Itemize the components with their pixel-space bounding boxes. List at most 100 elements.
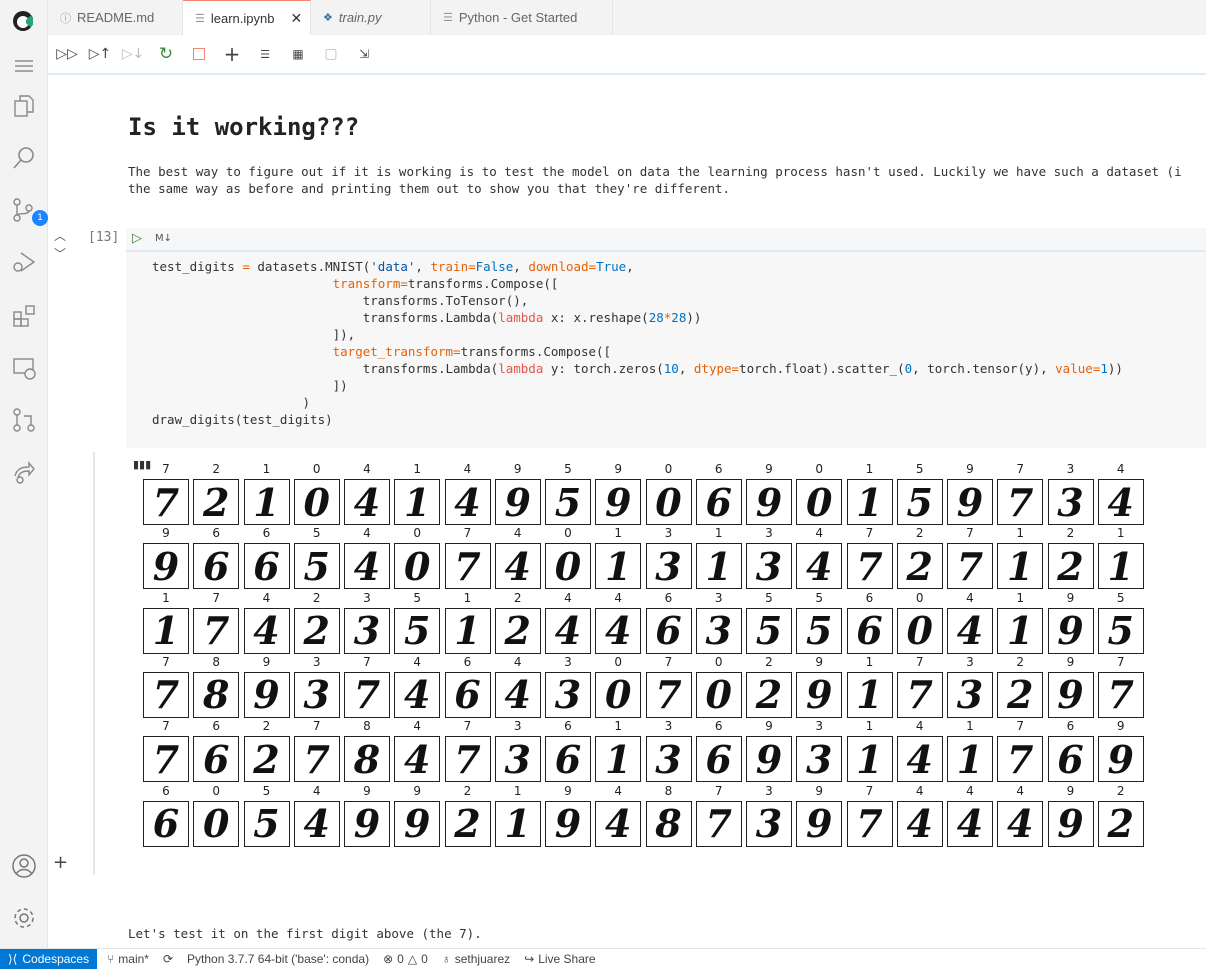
code-token: dtype= <box>693 361 740 376</box>
run-above-icon[interactable]: ▷↑ <box>89 43 112 65</box>
digit-label: 4 <box>614 783 623 798</box>
warning-count: 0 <box>421 951 428 966</box>
digit-label: 4 <box>312 783 321 798</box>
code-token: )) <box>1107 361 1123 376</box>
digit-image: 6 <box>695 736 742 783</box>
user-indicator[interactable]: ♁ sethjuarez <box>442 952 510 966</box>
digit-subplot: 77 <box>444 719 491 783</box>
output-collapse-bar[interactable] <box>93 452 97 875</box>
remote-label: Codespaces <box>22 951 90 966</box>
digit-subplot: 22 <box>997 655 1044 718</box>
digit-subplot: 33 <box>293 655 340 718</box>
code-editor[interactable]: test_digits = datasets.MNIST('data', tra… <box>152 258 1123 428</box>
digit-image: 4 <box>997 800 1044 847</box>
digit-subplot: 99 <box>143 526 189 590</box>
digit-image: 6 <box>444 671 491 718</box>
remote-explorer-icon[interactable] <box>10 354 38 382</box>
code-token: y: torch.zeros( <box>543 361 664 376</box>
digit-subplot: 44 <box>545 591 591 654</box>
code-token: 'data' <box>370 259 416 274</box>
digit-image: 2 <box>997 671 1044 718</box>
digit-label: 0 <box>815 462 824 476</box>
cell-header: ▷ M↓ <box>126 228 1206 252</box>
tab-train-py[interactable]: ❖ train.py <box>311 0 431 35</box>
variables-icon[interactable]: ▦ <box>287 43 309 65</box>
digit-label: 3 <box>815 719 824 734</box>
save-icon[interactable]: ▢ <box>320 43 342 65</box>
digit-label: 4 <box>513 654 522 669</box>
tab-readme-md[interactable]: ⓘ README.md <box>48 0 183 35</box>
digit-subplot: 11 <box>997 591 1044 654</box>
code-token: , <box>415 259 431 274</box>
search-icon[interactable] <box>10 144 38 172</box>
live-share-button[interactable]: ↪ Live Share <box>524 952 595 966</box>
cell-language-badge[interactable]: M↓ <box>155 233 172 244</box>
run-cell-icon[interactable]: ▷ <box>132 231 142 246</box>
problems-indicator[interactable]: ⊗ 0 △ 0 <box>383 952 428 966</box>
settings-gear-icon[interactable] <box>10 904 38 932</box>
export-icon[interactable]: ⇲ <box>353 43 375 65</box>
add-cell-icon[interactable]: + <box>53 852 68 873</box>
menu-icon[interactable] <box>10 52 38 80</box>
pull-requests-icon[interactable] <box>10 406 38 434</box>
explorer-icon[interactable] <box>10 92 38 120</box>
digit-label: 1 <box>463 590 472 605</box>
clear-outputs-icon[interactable]: ☰ <box>254 43 276 65</box>
move-cell-up-icon[interactable]: ︿ <box>54 227 66 244</box>
digit-image: 2 <box>193 479 240 525</box>
live-share-icon[interactable] <box>10 458 38 486</box>
digit-image: 0 <box>645 479 692 525</box>
digit-subplot: 11 <box>1097 526 1144 590</box>
tab-label: train.py <box>338 10 382 25</box>
digit-subplot: 77 <box>143 655 189 718</box>
interrupt-kernel-icon[interactable] <box>188 43 210 65</box>
close-tab-icon[interactable]: ✕ <box>290 10 302 27</box>
code-token: 1 <box>1100 361 1108 376</box>
digit-subplot: 33 <box>545 655 591 718</box>
digit-label: 3 <box>664 526 673 541</box>
digit-image: 7 <box>293 736 340 783</box>
run-debug-icon[interactable] <box>10 248 38 276</box>
digit-image: 9 <box>494 479 541 525</box>
digit-image: 4 <box>293 800 340 847</box>
digit-image: 7 <box>695 800 742 847</box>
run-below-icon[interactable]: ▷↓ <box>122 43 145 65</box>
tab-learn-ipynb[interactable]: ☰ learn.ipynb ✕ <box>183 0 311 35</box>
source-control-icon[interactable]: 1 <box>10 196 48 226</box>
digit-image: 1 <box>846 671 893 718</box>
digit-label: 3 <box>765 783 773 798</box>
account-icon[interactable] <box>10 852 38 880</box>
digit-subplot: 99 <box>494 462 541 525</box>
digit-label: 5 <box>1116 590 1125 605</box>
digit-label: 1 <box>413 462 422 476</box>
sync-button[interactable]: ⟳ <box>163 952 173 966</box>
digit-subplot: 00 <box>394 526 441 590</box>
digit-label: 3 <box>664 719 673 734</box>
digit-image: 4 <box>394 671 441 718</box>
digit-label: 3 <box>714 590 723 605</box>
digit-subplot: 11 <box>444 590 491 654</box>
digit-subplot: 00 <box>645 462 692 525</box>
python-interpreter[interactable]: Python 3.7.7 64-bit ('base': conda) <box>187 952 369 966</box>
add-cell-icon[interactable]: + <box>221 42 243 66</box>
digit-label: 9 <box>513 462 522 476</box>
code-token: transforms.Compose([ <box>407 276 559 291</box>
digit-subplot: 00 <box>545 526 591 590</box>
extensions-icon[interactable] <box>10 302 38 330</box>
code-token: ]), <box>152 327 356 342</box>
remote-indicator[interactable]: ⟩⟨ Codespaces <box>0 948 98 969</box>
digit-image: 3 <box>746 800 792 847</box>
digit-subplot: 99 <box>746 719 792 783</box>
digit-image: 0 <box>394 543 441 590</box>
digit-label: 0 <box>312 462 321 476</box>
run-all-icon[interactable]: ▷▷ <box>56 43 78 65</box>
restart-kernel-icon[interactable]: ↻ <box>155 43 177 65</box>
branch-indicator[interactable]: ⑂ main* <box>107 952 149 966</box>
digit-image: 5 <box>243 800 290 847</box>
move-cell-down-icon[interactable]: ﹀ <box>54 245 66 262</box>
digit-label: 7 <box>1116 654 1125 669</box>
tab-python-get-started[interactable]: ☰ Python - Get Started <box>431 0 613 35</box>
digit-image: 3 <box>746 543 792 590</box>
digit-image: 0 <box>796 479 843 525</box>
